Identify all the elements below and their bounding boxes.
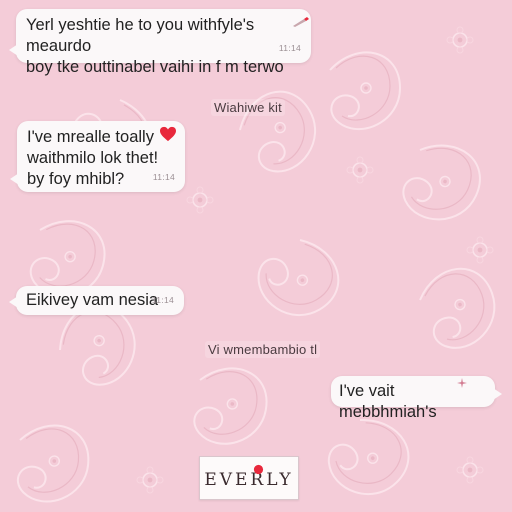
pen-icon	[293, 17, 309, 27]
system-note-2: Vi wmembambio tl	[205, 341, 321, 358]
message-timestamp: 11:14	[152, 172, 175, 182]
message-timestamp: 11:14	[278, 43, 301, 53]
brand-logo: EVERLY	[199, 456, 299, 500]
message-bubble-4[interactable]: I've vait mebbhmiah's	[331, 376, 502, 421]
logo-dot-icon	[253, 464, 264, 475]
logo-text: EVERLY	[204, 470, 294, 490]
message-bubble-3[interactable]: Eikivey vam nesia 11:14	[9, 286, 184, 315]
message-bubble-1[interactable]: Yerl yeshtie he to you withfyle's meaurd…	[9, 9, 311, 76]
message-bubble-2[interactable]: I've mrealle toally waithmilo lok thet! …	[10, 121, 185, 192]
sparkle-icon	[457, 378, 467, 388]
heart-icon	[160, 126, 176, 142]
message-text: Yerl yeshtie he to you withfyle's meaurd…	[26, 16, 284, 76]
system-note-1: Wiahiwe kit	[211, 99, 285, 116]
chat-screen: Yerl yeshtie he to you withfyle's meaurd…	[0, 0, 512, 512]
message-timestamp: 11:14	[151, 295, 174, 305]
